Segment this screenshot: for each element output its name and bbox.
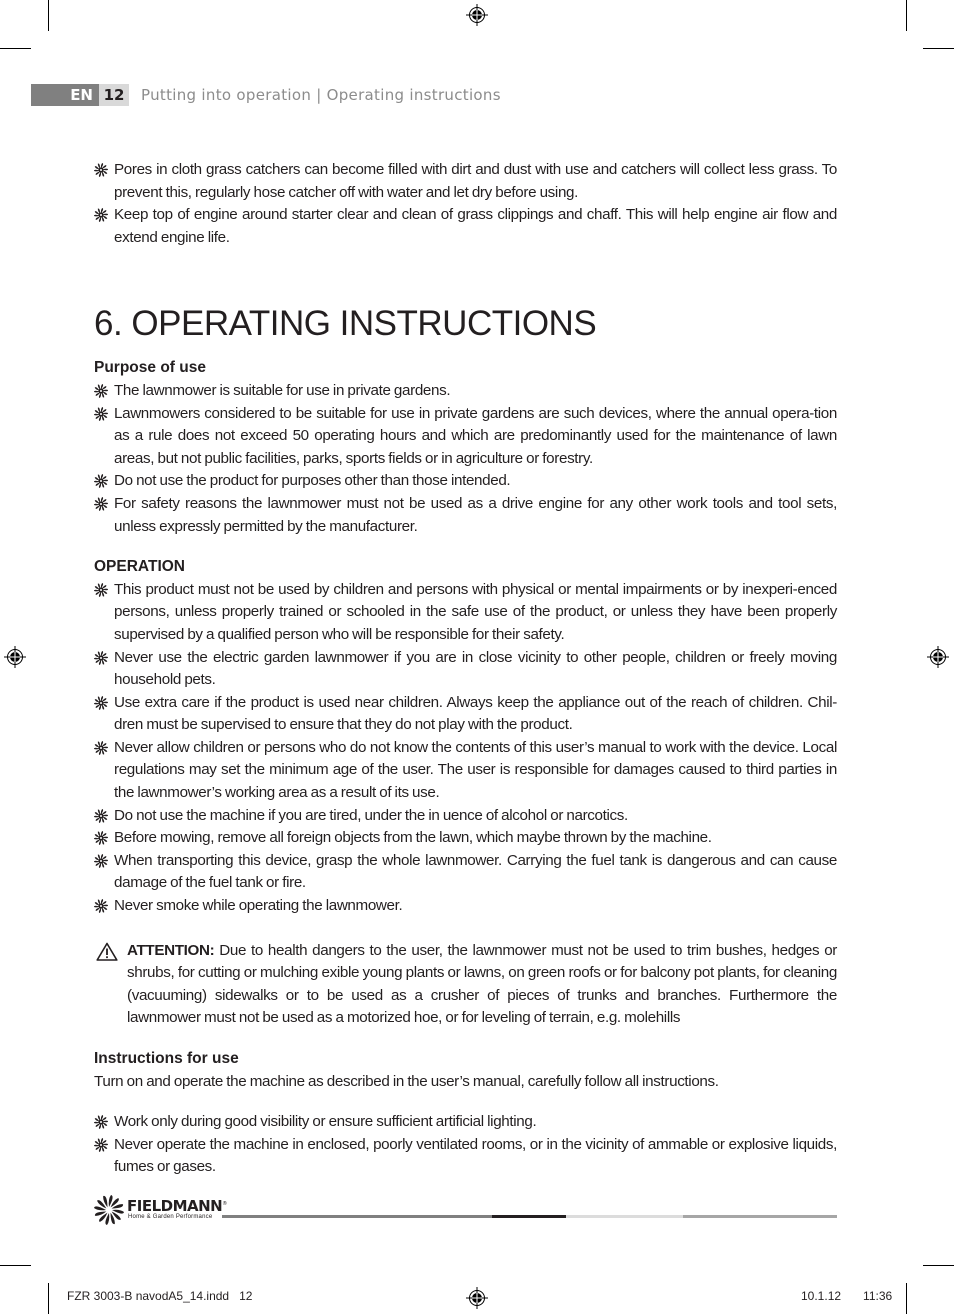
warning-triangle-icon: [96, 942, 118, 961]
fan-blade-bullet-icon: [94, 1137, 108, 1152]
running-header-title: Putting into operation | Operating instr…: [141, 86, 501, 104]
brand-tagline: Home & Garden Performance: [128, 1214, 213, 1220]
language-tab: EN: [31, 84, 99, 106]
list-item: This product must not be used by childre…: [94, 579, 837, 647]
list-item: When transporting this device, grasp the…: [94, 850, 837, 895]
list-item: Do not use the machine if you are tired,…: [94, 805, 837, 828]
fan-blade-bullet-icon: [94, 808, 108, 823]
intro-bullet-list: Pores in cloth grass catchers can become…: [94, 159, 837, 249]
list-item: Lawnmowers considered to be suitable for…: [94, 403, 837, 471]
fan-blade-bullet-icon: [94, 582, 108, 597]
list-item: Never allow children or persons who do n…: [94, 737, 837, 805]
page-number: 12: [99, 84, 129, 106]
attention-text: Due to health dangers to the user, the l…: [127, 941, 837, 1027]
print-slug-date: 10.1.12 11:36: [801, 1289, 893, 1303]
list-item: Do not use the product for purposes othe…: [94, 470, 837, 493]
list-item: Pores in cloth grass catchers can become…: [94, 159, 837, 204]
registration-mark-icon: [466, 1287, 488, 1309]
brand-name: FIELDMANN®: [127, 1197, 227, 1215]
fan-blade-bullet-icon: [94, 406, 108, 421]
crop-mark-top-right-h: [923, 48, 954, 49]
section-heading-purpose: Purpose of use: [94, 359, 206, 377]
page-content: Pores in cloth grass catchers can become…: [94, 159, 837, 1179]
crop-mark-bottom-right-v: [906, 1283, 907, 1314]
footer-bar-segment-2: [492, 1215, 566, 1218]
list-item: Never smoke while operating the lawnmowe…: [94, 895, 837, 918]
fieldmann-logo: FIELDMANN® Home & Garden Performance: [94, 1195, 227, 1225]
attention-notice: ATTENTION: Due to health dangers to the …: [94, 940, 837, 1030]
list-item: Keep top of engine around starter clear …: [94, 204, 837, 249]
registration-mark-icon: [4, 646, 26, 668]
fan-blade-bullet-icon: [94, 831, 108, 846]
crop-mark-bottom-left-v: [48, 1283, 49, 1314]
footer-bar-segment-4: [683, 1215, 837, 1218]
section-heading-operation: OPERATION: [94, 558, 185, 576]
operation-bullet-list: This product must not be used by childre…: [94, 579, 837, 918]
fan-blade-bullet-icon: [94, 496, 108, 511]
instructions-bullet-list: Work only during good visibility or ensu…: [94, 1111, 837, 1179]
list-item: Use extra care if the product is used ne…: [94, 692, 837, 737]
crop-mark-top-left-h: [0, 48, 31, 49]
fan-blade-bullet-icon: [94, 163, 108, 177]
registration-mark-icon: [466, 4, 488, 26]
list-item: For safety reasons the lawnmower must no…: [94, 493, 837, 538]
fan-blade-bullet-icon: [94, 1115, 108, 1130]
section-heading-instructions: Instructions for use: [94, 1050, 239, 1067]
fan-blade-bullet-icon: [94, 650, 108, 665]
crop-mark-top-left-v: [48, 0, 49, 31]
fan-blade-bullet-icon: [94, 695, 108, 710]
list-item: Never operate the machine in enclosed, p…: [94, 1134, 837, 1179]
fan-logo-icon: [94, 1195, 124, 1225]
list-item: Work only during good visibility or ensu…: [94, 1111, 837, 1134]
fan-blade-bullet-icon: [94, 899, 108, 914]
footer-bar-segment-3: [566, 1215, 683, 1218]
fan-blade-bullet-icon: [94, 208, 108, 223]
registered-mark: ®: [222, 1201, 227, 1207]
chapter-title: 6. OPERATING INSTRUCTIONS: [94, 304, 597, 344]
list-item: The lawnmower is suitable for use in pri…: [94, 380, 837, 403]
fan-blade-bullet-icon: [94, 474, 108, 489]
print-slug-filename: FZR 3003-B navodA5_14.indd 12: [67, 1289, 253, 1303]
attention-label: ATTENTION:: [127, 941, 215, 959]
purpose-bullet-list: The lawnmower is suitable for use in pri…: [94, 380, 837, 538]
list-item: Before mowing, remove all foreign object…: [94, 827, 837, 850]
crop-mark-bottom-left-h: [0, 1265, 31, 1266]
crop-mark-top-right-v: [906, 0, 907, 31]
fan-blade-bullet-icon: [94, 383, 108, 398]
fan-blade-bullet-icon: [94, 853, 108, 868]
footer-bar-segment-1: [222, 1215, 492, 1218]
list-item: Never use the electric garden lawnmower …: [94, 647, 837, 692]
registration-mark-icon: [927, 646, 949, 668]
crop-mark-bottom-right-h: [923, 1265, 954, 1266]
fan-blade-bullet-icon: [94, 740, 108, 755]
instructions-intro: Turn on and operate the machine as descr…: [94, 1072, 719, 1090]
